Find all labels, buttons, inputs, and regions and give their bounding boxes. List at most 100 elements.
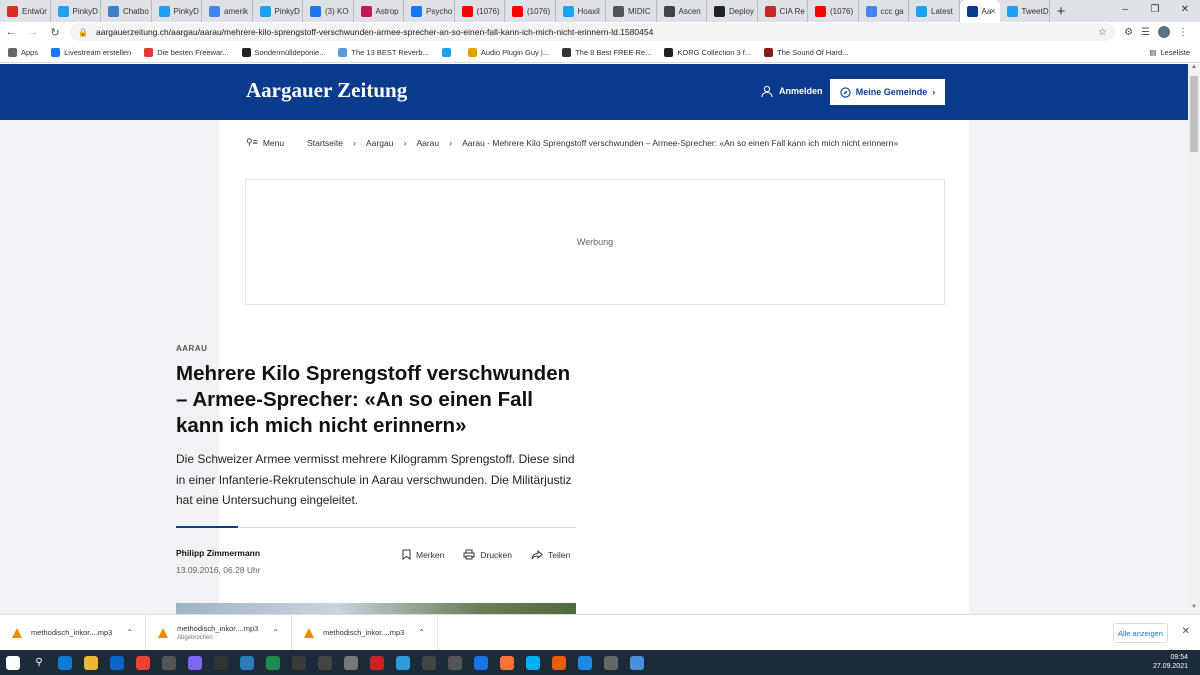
breadcrumb-item-aarau[interactable]: Aarau	[416, 138, 439, 148]
taskbar-app[interactable]	[364, 650, 390, 675]
taskbar-app[interactable]: ⚲	[26, 650, 52, 675]
download-item[interactable]: methodisch_inkor....mp3 Abgebrochen ⌃	[146, 614, 292, 651]
taskbar-app[interactable]	[312, 650, 338, 675]
vlc-file-icon	[158, 627, 168, 638]
facebook-icon	[310, 5, 321, 17]
bookmark-item[interactable]: Apps	[8, 47, 38, 57]
browser-tab[interactable]: Ascen	[657, 0, 707, 22]
menu-button[interactable]: ⚲≡ Menu	[246, 137, 284, 148]
save-button[interactable]: Merken	[402, 549, 444, 560]
chevron-up-icon[interactable]: ⌃	[126, 628, 133, 637]
profile-avatar[interactable]	[1158, 26, 1170, 38]
taskbar-app[interactable]	[52, 650, 78, 675]
scroll-down-icon[interactable]: ▼	[1188, 604, 1200, 614]
meine-gemeinde-button[interactable]: Meine Gemeinde ›	[830, 79, 945, 105]
taskbar-clock[interactable]: 09:54 27.09.2021	[1153, 653, 1188, 671]
download-item[interactable]: methodisch_inkor....mp3 ⌃	[292, 614, 438, 651]
taskbar-app[interactable]	[0, 650, 26, 675]
page-scrollbar[interactable]: ▲ ▼	[1188, 64, 1200, 614]
browser-tab[interactable]: ccc ga	[859, 0, 909, 22]
reload-icon[interactable]: ↻	[44, 26, 66, 39]
browser-tab[interactable]: amerik	[202, 0, 253, 22]
close-icon[interactable]: ✕	[1182, 626, 1190, 637]
taskbar-app[interactable]	[156, 650, 182, 675]
close-tab-icon[interactable]: ×	[990, 6, 995, 16]
taskbar-app[interactable]	[598, 650, 624, 675]
taskbar-app[interactable]	[104, 650, 130, 675]
bookmark-item[interactable]: Audio Plugin Guy |...	[467, 47, 549, 57]
bookmark-item[interactable]: The 8 Best FREE Re...	[562, 47, 651, 57]
download-item[interactable]: methodisch_inkor....mp3 ⌃	[0, 614, 146, 651]
extension-puzzle-icon[interactable]: ⚙	[1124, 27, 1133, 38]
browser-tab[interactable]: Psycho	[404, 0, 455, 22]
bookmark-item[interactable]: Die besten Freewar...	[144, 47, 229, 57]
site-logo[interactable]: Aargauer Zeitung	[246, 78, 407, 103]
taskbar-app[interactable]	[234, 650, 260, 675]
breadcrumb-item-startseite[interactable]: Startseite	[307, 138, 343, 148]
bookmark-item[interactable]: Livestream erstellen	[51, 47, 131, 57]
breadcrumb-item-aargau[interactable]: Aargau	[366, 138, 393, 148]
browser-tab[interactable]: Chatbo	[101, 0, 152, 22]
article-kicker[interactable]: AARAU	[176, 344, 576, 353]
bookmark-item[interactable]: The 13 BEST Reverb...	[338, 47, 429, 57]
browser-tab[interactable]: Latest	[909, 0, 960, 22]
show-all-downloads-button[interactable]: Alle anzeigen	[1113, 623, 1168, 643]
taskbar-app[interactable]	[572, 650, 598, 675]
browser-tab[interactable]: PinkyD	[51, 0, 101, 22]
chevron-up-icon[interactable]: ⌃	[272, 628, 279, 637]
reading-list[interactable]: ▤ Leseliste	[1149, 42, 1190, 63]
browser-tab[interactable]: (3) KO	[303, 0, 354, 22]
browser-menu-icon[interactable]: ⋮	[1178, 27, 1188, 38]
taskbar-app[interactable]	[494, 650, 520, 675]
bookmark-item[interactable]	[441, 47, 455, 57]
taskbar-app[interactable]	[182, 650, 208, 675]
taskbar-app[interactable]	[468, 650, 494, 675]
taskbar-app[interactable]	[520, 650, 546, 675]
login-link[interactable]: Anmelden	[760, 84, 823, 98]
browser-tab[interactable]: Aa ×	[959, 0, 1000, 22]
scroll-up-icon[interactable]: ▲	[1188, 64, 1200, 74]
close-window-icon[interactable]: ✕	[1170, 0, 1200, 22]
taskbar-app[interactable]	[286, 650, 312, 675]
taskbar-app[interactable]	[546, 650, 572, 675]
media-control-icon[interactable]: ☰	[1141, 27, 1150, 38]
bookmark-star-icon[interactable]: ☆	[1098, 27, 1107, 38]
share-button[interactable]: Teilen	[531, 549, 570, 560]
browser-tab[interactable]: Astrop	[354, 0, 404, 22]
twitter-icon	[916, 5, 927, 17]
back-icon[interactable]: ←	[0, 26, 22, 38]
taskbar-app[interactable]	[130, 650, 156, 675]
article-author[interactable]: Philipp Zimmermann	[176, 548, 260, 558]
chevron-up-icon[interactable]: ⌃	[418, 628, 425, 637]
scrollbar-thumb[interactable]	[1190, 76, 1198, 152]
browser-tab[interactable]: TweetD	[1000, 0, 1050, 22]
browser-tab[interactable]: (1076)	[455, 0, 505, 22]
restore-icon[interactable]: ❐	[1140, 0, 1170, 22]
browser-tab[interactable]: Hoaxil	[556, 0, 606, 22]
taskbar-app[interactable]	[260, 650, 286, 675]
new-tab-icon[interactable]: +	[1050, 0, 1072, 22]
taskbar-app[interactable]	[624, 650, 650, 675]
url-field[interactable]: 🔒 aargauerzeitung.ch/aargau/aarau/mehrer…	[70, 23, 1115, 41]
taskbar-app[interactable]	[208, 650, 234, 675]
browser-tab[interactable]: Deploy	[707, 0, 758, 22]
taskbar-app[interactable]	[442, 650, 468, 675]
taskbar-app[interactable]	[390, 650, 416, 675]
windows-start-icon	[6, 655, 20, 670]
taskbar-app[interactable]	[416, 650, 442, 675]
bookmark-item[interactable]: KORG Collection 3 f...	[664, 47, 751, 57]
browser-tab[interactable]: CIA Re	[758, 0, 808, 22]
browser-tab[interactable]: Entwür	[0, 0, 51, 22]
browser-tab[interactable]: PinkyD	[253, 0, 303, 22]
browser-tab[interactable]: (1076)	[505, 0, 556, 22]
print-button[interactable]: Drucken	[463, 549, 512, 560]
taskbar-app[interactable]	[338, 650, 364, 675]
browser-tab[interactable]: (1076)	[808, 0, 859, 22]
forward-icon[interactable]: →	[22, 26, 44, 38]
browser-tab[interactable]: PinkyD	[152, 0, 202, 22]
browser-tab[interactable]: MIDIC	[606, 0, 657, 22]
taskbar-app[interactable]	[78, 650, 104, 675]
bookmark-item[interactable]: Sondermülldeponie...	[241, 47, 325, 57]
minimize-icon[interactable]: –	[1110, 0, 1140, 22]
bookmark-item[interactable]: The Sound Of Hard...	[764, 47, 848, 57]
